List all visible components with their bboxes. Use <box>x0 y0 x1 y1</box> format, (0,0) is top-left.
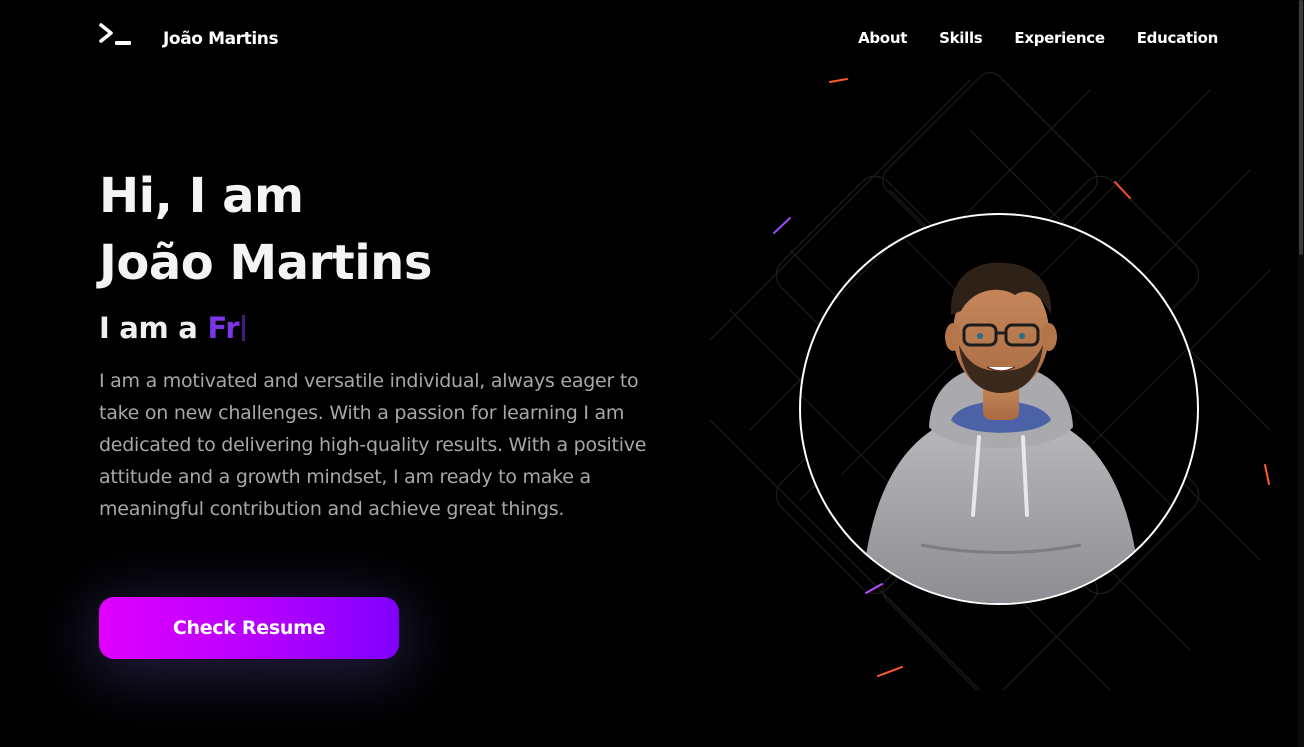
nav-link-skills[interactable]: Skills <box>939 29 983 47</box>
hero-greeting: Hi, I am <box>99 168 304 224</box>
hero-headline: Hi, I am João Martins <box>99 163 432 297</box>
site-header: João Martins About Skills Experience Edu… <box>0 0 1304 80</box>
terminal-prompt-icon[interactable] <box>99 22 133 48</box>
avatar-frame <box>799 213 1199 605</box>
check-resume-button[interactable]: Check Resume <box>99 597 399 659</box>
hero-bio: I am a motivated and versatile individua… <box>99 370 647 520</box>
role-typewriter: I am a Fr <box>99 311 246 345</box>
typing-cursor <box>242 315 246 341</box>
role-typed-text: Fr <box>207 311 240 345</box>
nav-link-about[interactable]: About <box>858 29 907 47</box>
main-nav: About Skills Experience Education <box>858 29 1218 47</box>
brand-name[interactable]: João Martins <box>163 29 279 49</box>
nav-link-experience[interactable]: Experience <box>1014 29 1105 47</box>
hero-artwork <box>690 70 1290 690</box>
role-prefix: I am a <box>99 311 198 345</box>
avatar-illustration <box>801 215 1197 603</box>
page-scrollbar[interactable] <box>1298 0 1304 747</box>
nav-link-education[interactable]: Education <box>1137 29 1219 47</box>
hero-name: João Martins <box>99 235 432 291</box>
scrollbar-thumb[interactable] <box>1299 0 1303 255</box>
